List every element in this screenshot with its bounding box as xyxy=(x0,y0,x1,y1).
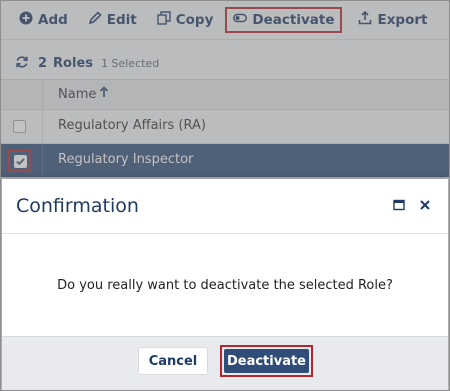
dialog-header: Confirmation xyxy=(2,179,448,234)
close-icon[interactable] xyxy=(418,198,432,212)
dialog-footer: Cancel Deactivate xyxy=(2,336,448,390)
confirmation-dialog: Confirmation Do you really want to deact… xyxy=(2,179,448,390)
confirm-button-highlight: Deactivate xyxy=(220,345,313,377)
dialog-body: Do you really want to deactivate the sel… xyxy=(2,234,448,336)
maximize-icon[interactable] xyxy=(392,198,406,212)
deactivate-confirm-button[interactable]: Deactivate xyxy=(224,349,309,373)
dialog-message: Do you really want to deactivate the sel… xyxy=(57,277,393,293)
cancel-button[interactable]: Cancel xyxy=(138,347,208,375)
app-frame: Add Edit Copy Deactivate Export 2 Roles … xyxy=(0,0,450,391)
dialog-title: Confirmation xyxy=(16,195,139,217)
dialog-window-controls xyxy=(392,198,432,212)
